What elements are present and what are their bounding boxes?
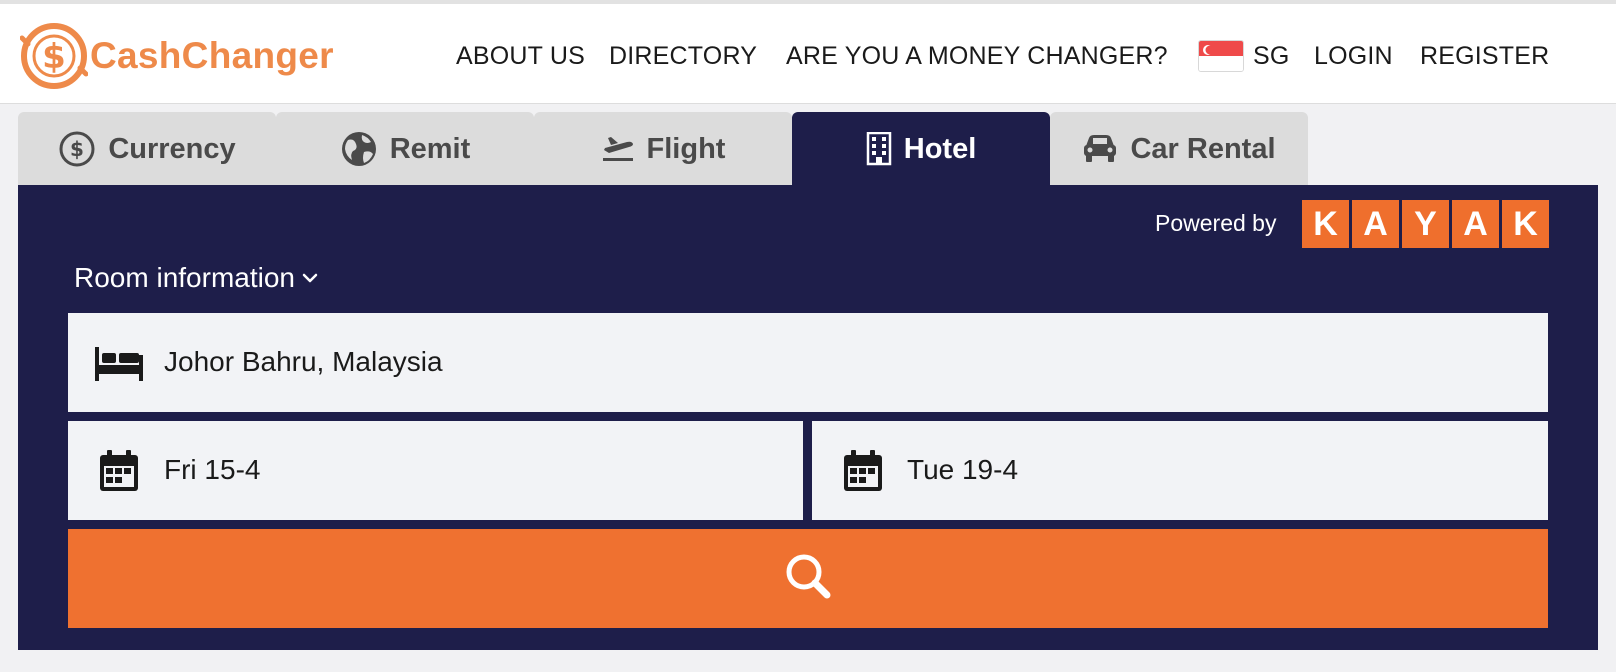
tab-label: Currency [108,132,236,165]
logo[interactable]: $ CashChanger [20,20,334,92]
tab-currency[interactable]: $ Currency [18,112,276,186]
nav-register[interactable]: REGISTER [1420,36,1549,76]
tab-label: Car Rental [1130,132,1276,165]
cashchanger-logo-icon: $ [20,23,88,89]
tab-car-rental[interactable]: Car Rental [1050,112,1308,186]
checkout-date-value: Tue 19-4 [907,454,1019,485]
logo-text: CashChanger [90,35,334,76]
svg-text:$: $ [42,37,66,77]
kayak-letter: Y [1402,200,1449,248]
destination-field[interactable]: Johor Bahru, Malaysia [68,313,1548,412]
plane-departure-icon [601,134,635,164]
nav-directory[interactable]: DIRECTORY [609,36,757,76]
country-selector[interactable]: SG [1198,36,1290,76]
tab-hotel[interactable]: Hotel [792,112,1050,186]
kayak-letter: K [1302,200,1349,248]
nav-money-changer[interactable]: ARE YOU A MONEY CHANGER? [786,36,1168,76]
country-code: SG [1253,41,1290,70]
singapore-flag-icon [1198,40,1244,72]
chevron-down-icon [301,272,319,284]
globe-icon [340,130,378,168]
search-button[interactable] [68,529,1548,628]
dollar-coin-icon: $ [58,130,96,168]
tab-label: Flight [646,132,726,165]
search-icon [784,552,832,605]
svg-text:$: $ [70,137,84,161]
destination-value: Johor Bahru, Malaysia [164,346,443,377]
checkin-date-value: Fri 15-4 [164,454,261,485]
kayak-logo: K A Y A K [1302,200,1549,248]
nav-about-us[interactable]: ABOUT US [456,36,585,76]
calendar-icon [99,450,139,492]
car-icon [1082,134,1118,164]
checkout-date-field[interactable]: Tue 19-4 [812,421,1548,520]
tab-remit[interactable]: Remit [276,112,534,186]
tab-label: Hotel [903,132,977,165]
kayak-letter: A [1452,200,1499,248]
building-icon [866,132,892,166]
tab-label: Remit [389,132,471,165]
room-information-toggle[interactable]: Room information [74,262,319,294]
kayak-letter: A [1352,200,1399,248]
checkin-date-field[interactable]: Fri 15-4 [68,421,803,520]
bed-icon [94,347,144,381]
room-information-label: Room information [74,262,295,293]
kayak-letter: K [1502,200,1549,248]
powered-by-label: Powered by [1155,210,1277,236]
nav-login[interactable]: LOGIN [1314,36,1393,76]
calendar-icon [843,450,883,492]
site-header: $ CashChanger ABOUT US DIRECTORY ARE YOU… [0,0,1616,104]
tab-flight[interactable]: Flight [534,112,792,186]
